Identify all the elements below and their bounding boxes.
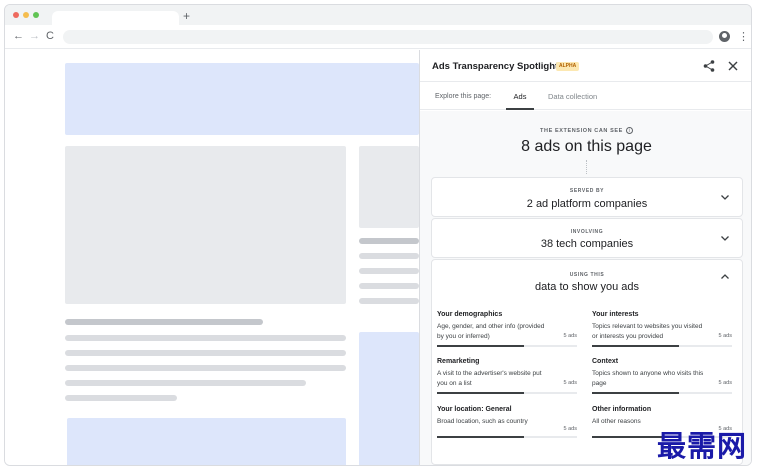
text-line — [65, 395, 177, 401]
category-count: 5 ads — [718, 333, 732, 339]
side-image-placeholder — [359, 146, 419, 228]
side-text-line — [359, 268, 419, 274]
share-icon[interactable] — [702, 59, 716, 73]
ads-transparency-panel: Ads Transparency Spotlight ALPHA Explore… — [419, 50, 751, 465]
category-bar — [437, 392, 577, 394]
category-count: 5 ads — [563, 333, 577, 339]
category-description: Age, gender, and other info (provided by… — [437, 323, 545, 340]
watermark-logo: 最需网 — [657, 429, 748, 463]
panel-header: Ads Transparency Spotlight ALPHA — [420, 50, 751, 82]
card-label: INVOLVING — [570, 229, 604, 235]
card-value: data to show you ads — [535, 281, 639, 293]
category-count: 5 ads — [718, 380, 732, 386]
card-label: SERVED BY — [569, 188, 605, 194]
minimize-window-button[interactable] — [23, 12, 29, 18]
category-bar — [437, 436, 577, 438]
category-interests: Your interests Topics relevant to websit… — [592, 311, 732, 351]
card-value: 2 ad platform companies — [526, 198, 648, 210]
tab-data-collection[interactable]: Data collection — [548, 82, 597, 110]
maximize-window-button[interactable] — [33, 12, 39, 18]
category-title: Other information — [592, 406, 652, 413]
ad-placeholder — [359, 332, 419, 465]
tabs-label: Explore this page: — [435, 93, 492, 100]
reload-button[interactable]: C — [46, 29, 54, 43]
category-title: Context — [592, 358, 619, 365]
panel-tabs: Explore this page: Ads Data collection — [420, 82, 751, 110]
text-line — [65, 365, 346, 371]
category-title: Remarketing — [437, 358, 480, 365]
new-tab-button[interactable]: + — [183, 8, 190, 24]
chevron-up-icon[interactable] — [720, 272, 730, 282]
category-description: Topics shown to anyone who visits this p… — [592, 370, 704, 387]
category-description: Topics relevant to websites you visited … — [592, 323, 703, 340]
chevron-down-icon[interactable] — [720, 233, 730, 243]
category-demographics: Your demographics Age, gender, and other… — [437, 311, 577, 351]
panel-body: THE EXTENSION CAN SEE i 8 ads on this pag… — [420, 111, 751, 465]
category-bar — [437, 345, 577, 347]
title-bar: + — [5, 5, 751, 25]
browser-menu-button[interactable]: ⋮ — [738, 30, 749, 44]
ad-placeholder — [67, 418, 346, 465]
text-line — [65, 335, 346, 341]
connector-line — [586, 160, 587, 174]
category-bar-fill — [592, 345, 679, 347]
address-bar[interactable] — [63, 30, 713, 44]
image-placeholder — [65, 146, 346, 304]
can-see-text: THE EXTENSION CAN SEE — [540, 127, 623, 134]
side-text-line — [359, 283, 419, 289]
category-context: Context Topics shown to anyone who visit… — [592, 358, 732, 398]
ads-count: 8 ads on this page — [521, 138, 652, 155]
browser-toolbar: ← → C ⋮ — [5, 25, 751, 49]
card-label: USING THIS — [569, 272, 605, 278]
profile-icon[interactable] — [719, 31, 730, 42]
category-count: 5 ads — [563, 380, 577, 386]
category-bar — [592, 392, 732, 394]
chevron-down-icon[interactable] — [720, 192, 730, 202]
extension-can-see-label: THE EXTENSION CAN SEE i — [420, 127, 751, 134]
close-window-button[interactable] — [13, 12, 19, 18]
category-title: Your interests — [592, 311, 639, 318]
forward-button[interactable]: → — [29, 29, 40, 43]
category-remarketing: Remarketing A visit to the advertiser's … — [437, 358, 577, 398]
category-bar-fill — [437, 436, 524, 438]
served-by-card[interactable]: SERVED BY 2 ad platform companies — [431, 177, 743, 217]
browser-tab[interactable] — [52, 11, 179, 25]
panel-title: Ads Transparency Spotlight — [432, 61, 559, 72]
category-bar-fill — [437, 345, 524, 347]
tab-ads[interactable]: Ads — [506, 82, 534, 110]
side-text-line — [359, 253, 419, 259]
heading-line — [65, 319, 263, 325]
category-title: Your demographics — [437, 311, 503, 318]
browser-window: + ← → C ⋮ Ads Transparency Spotlight ALP… — [4, 4, 752, 466]
alpha-badge: ALPHA — [556, 62, 580, 71]
back-button[interactable]: ← — [13, 29, 24, 43]
side-text-line — [359, 298, 419, 304]
info-icon[interactable]: i — [625, 127, 633, 134]
category-bar — [592, 345, 732, 347]
hero-placeholder — [65, 63, 419, 135]
category-title: Your location: General — [437, 406, 512, 413]
involving-card[interactable]: INVOLVING 38 tech companies — [431, 218, 743, 258]
category-description: A visit to the advertiser's website put … — [437, 370, 542, 387]
card-value: 38 tech companies — [540, 238, 634, 250]
category-count: 5 ads — [563, 426, 577, 432]
side-text-line — [359, 238, 419, 244]
category-bar-fill — [592, 392, 679, 394]
page-content — [5, 50, 419, 465]
category-location: Your location: General Broad location, s… — [437, 406, 577, 446]
category-description: Broad location, such as country — [437, 418, 528, 425]
close-icon[interactable] — [727, 60, 739, 72]
category-bar-fill — [437, 392, 524, 394]
text-line — [65, 380, 306, 386]
text-line — [65, 350, 346, 356]
